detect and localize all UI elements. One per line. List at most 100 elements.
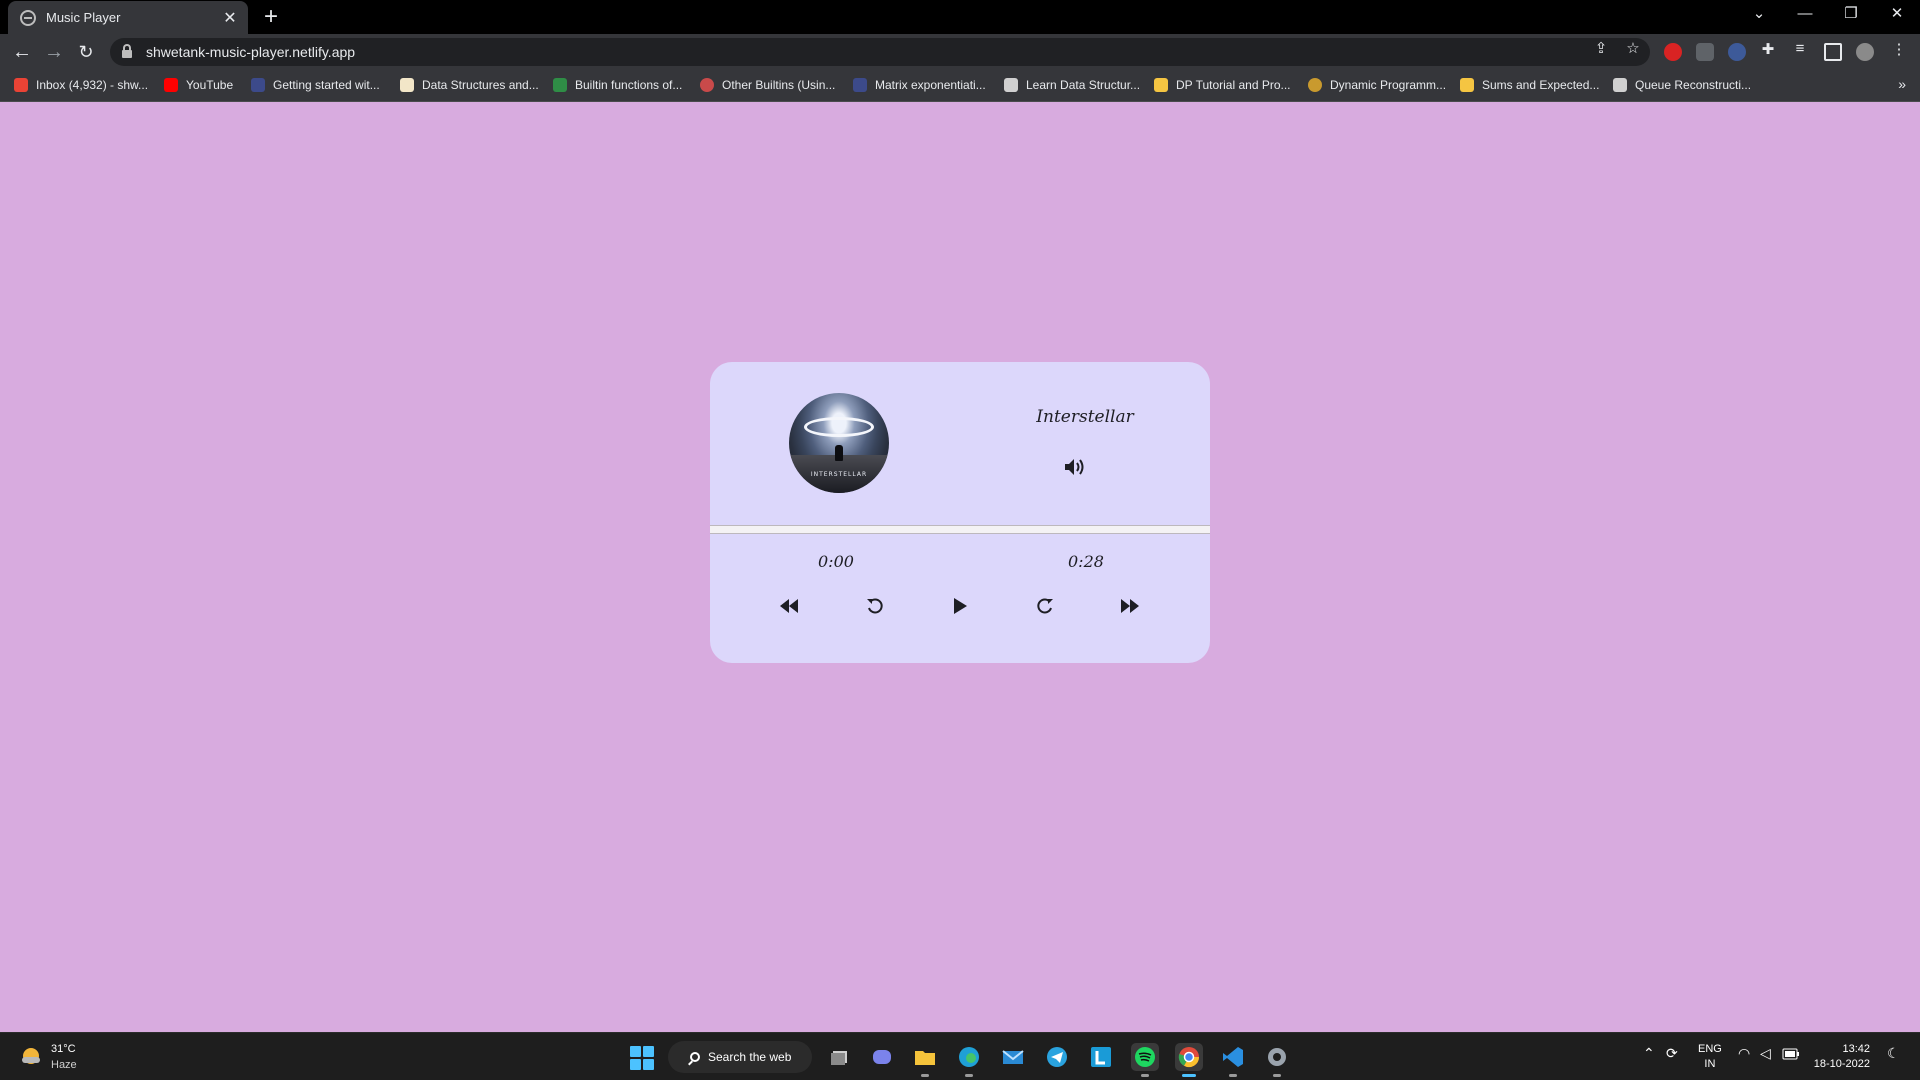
- rewind-icon: [780, 599, 798, 613]
- menu-kebab-icon[interactable]: ⋮: [1890, 40, 1908, 58]
- telegram-icon[interactable]: [1043, 1043, 1071, 1071]
- minimize-button[interactable]: —: [1782, 0, 1828, 30]
- bookmark-item[interactable]: Matrix exponentiati...: [853, 78, 986, 92]
- music-player-card: INTERSTELLAR Interstellar 0:00 0:28: [710, 362, 1210, 663]
- mail-icon[interactable]: [999, 1043, 1027, 1071]
- redo-button[interactable]: [1031, 592, 1059, 620]
- bookmark-item[interactable]: Getting started wit...: [251, 78, 380, 92]
- weather-icon[interactable]: [20, 1045, 42, 1067]
- bookmark-icon: [400, 78, 414, 92]
- volume-icon[interactable]: [1063, 457, 1087, 477]
- star-icon[interactable]: ☆: [1624, 39, 1642, 57]
- url-text[interactable]: shwetank-music-player.netlify.app: [146, 44, 355, 60]
- wifi-icon[interactable]: ◠: [1738, 1045, 1750, 1062]
- bookmark-item[interactable]: Builtin functions of...: [553, 78, 682, 92]
- browser-toolbar: ← → ↻ shwetank-music-player.netlify.app …: [0, 34, 1920, 70]
- bookmarks-overflow-icon[interactable]: »: [1898, 76, 1906, 92]
- extensions-puzzle-icon[interactable]: ✚: [1759, 40, 1777, 58]
- forward-icon[interactable]: →: [42, 40, 66, 64]
- language-code: ENG: [1698, 1043, 1722, 1055]
- bookmark-item[interactable]: Queue Reconstructi...: [1613, 78, 1751, 92]
- current-time: 0:00: [818, 552, 854, 571]
- back-icon[interactable]: ←: [10, 40, 34, 64]
- search-icon: [690, 1052, 700, 1062]
- progress-bar[interactable]: [710, 525, 1210, 534]
- speaker-icon[interactable]: ◁: [1760, 1045, 1771, 1062]
- cc-icon: [1004, 78, 1018, 92]
- youtube-icon: [164, 78, 178, 92]
- tab-title: Music Player: [46, 10, 121, 25]
- gfg-icon: [553, 78, 567, 92]
- rewind-button[interactable]: [775, 592, 803, 620]
- fast-forward-icon: [1121, 599, 1139, 613]
- share-icon[interactable]: ⇪: [1592, 39, 1610, 57]
- tab-search-button[interactable]: ⌄: [1736, 0, 1782, 30]
- system-clock[interactable]: 13:42 18-10-2022: [1812, 1042, 1870, 1072]
- battery-icon[interactable]: [1782, 1047, 1800, 1063]
- bookmark-item[interactable]: Sums and Expected...: [1460, 78, 1599, 92]
- reload-icon[interactable]: ↻: [74, 40, 98, 64]
- extension-blue-icon[interactable]: [1728, 43, 1746, 61]
- bookmarks-bar: Inbox (4,932) - shw... YouTube Getting s…: [0, 70, 1920, 102]
- bookmark-item[interactable]: DP Tutorial and Pro...: [1154, 78, 1291, 92]
- album-art-text: INTERSTELLAR: [810, 471, 868, 478]
- chevron-up-icon[interactable]: ⌃: [1643, 1045, 1655, 1062]
- gmail-icon: [14, 78, 28, 92]
- side-panel-icon[interactable]: [1824, 43, 1842, 61]
- address-bar[interactable]: shwetank-music-player.netlify.app: [110, 38, 1650, 66]
- bookmark-item[interactable]: YouTube: [164, 78, 233, 92]
- globe-icon: [853, 78, 867, 92]
- restore-button[interactable]: ❐: [1828, 0, 1874, 30]
- weather-temp[interactable]: 31°C: [51, 1043, 76, 1055]
- gcc-icon: [700, 78, 714, 92]
- fast-forward-button[interactable]: [1116, 592, 1144, 620]
- edge-icon[interactable]: [955, 1043, 983, 1077]
- duration: 0:28: [1068, 552, 1104, 571]
- new-tab-button[interactable]: +: [258, 4, 284, 30]
- bookmark-item[interactable]: Inbox (4,932) - shw...: [14, 78, 148, 92]
- lens-icon[interactable]: [1087, 1043, 1115, 1071]
- taskbar-search[interactable]: Search the web: [668, 1041, 812, 1073]
- extension-red-icon[interactable]: [1664, 43, 1682, 61]
- clock-time: 13:42: [1842, 1043, 1870, 1055]
- start-icon[interactable]: [630, 1046, 654, 1070]
- play-icon: [954, 598, 967, 614]
- teams-icon[interactable]: [868, 1043, 896, 1071]
- sync-icon[interactable]: ⟳: [1666, 1045, 1678, 1062]
- browser-tab-strip: Music Player ✕ + ⌄ — ❐ ✕: [0, 0, 1920, 34]
- bookmark-item[interactable]: Other Builtins (Usin...: [700, 78, 835, 92]
- globe-icon: [251, 78, 265, 92]
- tab-close-icon[interactable]: ✕: [222, 8, 238, 28]
- codeforces-icon: [1154, 78, 1168, 92]
- close-window-button[interactable]: ✕: [1874, 0, 1920, 30]
- task-view-icon[interactable]: [826, 1043, 854, 1071]
- album-art: INTERSTELLAR: [789, 393, 889, 493]
- bookmark-item[interactable]: Learn Data Structur...: [1004, 78, 1140, 92]
- codeforces-icon: [1460, 78, 1474, 92]
- folder-icon[interactable]: [911, 1043, 939, 1077]
- taskbar: 31°C Haze Search the web ⌃ ⟳ ENG IN ◠ ◁ …: [0, 1032, 1920, 1080]
- book-icon: [1613, 78, 1627, 92]
- browser-tab[interactable]: Music Player ✕: [8, 1, 248, 34]
- replay-button[interactable]: [861, 592, 889, 620]
- vscode-icon[interactable]: [1219, 1043, 1247, 1077]
- extension-grey-icon[interactable]: [1696, 43, 1714, 61]
- spotify-icon[interactable]: [1131, 1043, 1159, 1077]
- bookmark-item[interactable]: Data Structures and...: [400, 78, 539, 92]
- replay-icon: [867, 598, 883, 614]
- song-title: Interstellar: [1036, 407, 1134, 427]
- tutorial-icon: [1308, 78, 1322, 92]
- lock-icon[interactable]: [122, 44, 132, 58]
- media-control-icon[interactable]: ≡: [1791, 40, 1809, 57]
- language-indicator[interactable]: ENG IN: [1698, 1042, 1722, 1072]
- weather-condition[interactable]: Haze: [51, 1059, 77, 1071]
- play-button[interactable]: [946, 592, 974, 620]
- avatar[interactable]: [1856, 43, 1874, 61]
- chrome-icon[interactable]: [1175, 1043, 1203, 1077]
- search-text: Search the web: [708, 1050, 792, 1064]
- redo-icon: [1037, 598, 1053, 614]
- settings-icon[interactable]: [1263, 1043, 1291, 1077]
- bookmark-item[interactable]: Dynamic Programm...: [1308, 78, 1446, 92]
- region-code: IN: [1704, 1058, 1716, 1070]
- notifications-icon[interactable]: ☾: [1887, 1045, 1900, 1062]
